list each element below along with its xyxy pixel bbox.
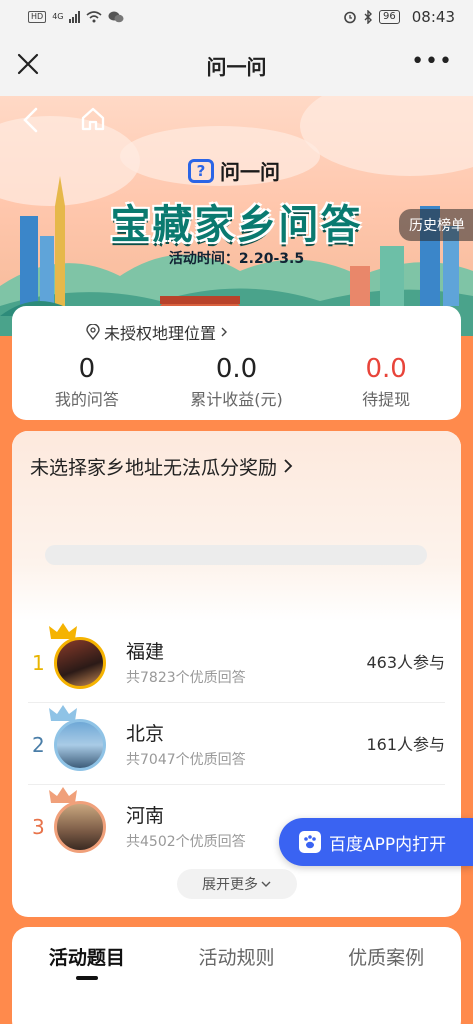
- tab-activity-questions[interactable]: 活动题目: [12, 943, 162, 980]
- ranking-heading: 未选择家乡地址无法瓜分奖励: [30, 457, 278, 479]
- rank-number: 3: [32, 815, 45, 839]
- clock: 08:43: [411, 8, 455, 26]
- stat-label: 待提现: [362, 390, 411, 409]
- tab-bar: 活动题目 活动规则 优质案例: [12, 943, 461, 980]
- rank-number: 2: [32, 733, 45, 757]
- expand-more-label: 展开更多: [202, 877, 258, 893]
- expand-more-button[interactable]: 展开更多: [177, 869, 297, 899]
- select-hometown-link[interactable]: 未选择家乡地址无法瓜分奖励: [30, 453, 293, 480]
- participant-count: 463人参与: [366, 653, 445, 672]
- title-bar: 问一问 •••: [0, 34, 473, 96]
- back-icon[interactable]: [20, 106, 42, 134]
- chevron-right-icon: [221, 327, 227, 337]
- chevron-down-icon: [261, 881, 271, 887]
- cloud-decoration: [300, 96, 473, 176]
- crown-icon: [49, 705, 77, 721]
- stat-value: 0: [78, 354, 96, 384]
- province-name: 北京: [126, 723, 165, 745]
- bluetooth-icon: [364, 10, 373, 24]
- stat-value: 0.0: [215, 354, 258, 384]
- brand-logo: ? 问一问: [188, 156, 280, 185]
- stat-total-earnings[interactable]: 0.0 累计收益(元): [162, 354, 312, 410]
- crown-icon: [49, 787, 77, 803]
- crown-icon: [49, 623, 77, 639]
- stat-label: 累计收益(元): [190, 390, 283, 409]
- answer-count: 共7047个优质回答: [126, 752, 246, 768]
- province-name: 河南: [126, 805, 165, 827]
- tab-activity-rules[interactable]: 活动规则: [162, 943, 312, 970]
- baidu-paw-icon: [299, 831, 321, 853]
- more-options-icon[interactable]: •••: [411, 51, 453, 73]
- rank-number: 1: [32, 651, 45, 675]
- stat-value: 0.0: [365, 354, 407, 384]
- activity-time: 活动时间：2.20-3.5: [168, 251, 305, 267]
- page-title: 问一问: [206, 54, 267, 79]
- province-name: 福建: [126, 641, 165, 663]
- open-in-baidu-app-button[interactable]: 百度APP内打开: [279, 818, 473, 866]
- home-icon[interactable]: [80, 106, 106, 132]
- alarm-icon: [344, 11, 356, 24]
- list-item[interactable]: 2 北京 共7047个优质回答 161人参与: [28, 703, 445, 785]
- province-avatar: [54, 719, 106, 771]
- answer-count: 共7823个优质回答: [126, 670, 246, 686]
- wifi-icon: [86, 11, 103, 23]
- tab-featured-cases[interactable]: 优质案例: [311, 943, 461, 970]
- brand-name: 问一问: [220, 160, 280, 184]
- location-label: 未授权地理位置: [103, 324, 216, 343]
- battery-icon: 96: [379, 10, 400, 24]
- tabs-card: 活动题目 活动规则 优质案例: [12, 927, 461, 1024]
- stat-my-qa[interactable]: 0 我的问答: [12, 354, 162, 410]
- history-ranking-button[interactable]: 历史榜单: [399, 209, 473, 241]
- list-item[interactable]: 1 福建 共7823个优质回答 463人参与: [28, 621, 445, 703]
- province-avatar: [54, 637, 106, 689]
- loading-placeholder-bar: [45, 545, 427, 565]
- stats-row: 0 我的问答 0.0 累计收益(元) 0.0 待提现: [12, 354, 461, 410]
- hd-badge: HD: [28, 11, 47, 23]
- close-icon[interactable]: [14, 50, 42, 78]
- stats-card: 未授权地理位置 0 我的问答 0.0 累计收益(元) 0.0 待提现: [12, 306, 461, 420]
- answer-count: 共4502个优质回答: [126, 834, 246, 850]
- signal-icon: [69, 11, 81, 23]
- chevron-right-icon: [284, 459, 293, 473]
- hero-banner: ? 问一问 宝藏家乡问答 活动时间：2.20-3.5 历史榜单: [0, 96, 473, 336]
- stat-pending-withdraw[interactable]: 0.0 待提现: [311, 354, 461, 410]
- location-permission-link[interactable]: 未授权地理位置: [12, 320, 302, 344]
- status-bar: HD 4G 96 08:43: [0, 0, 473, 34]
- participant-count: 161人参与: [366, 735, 445, 754]
- province-avatar: [54, 801, 106, 853]
- open-app-label: 百度APP内打开: [329, 834, 447, 855]
- network-type: 4G: [52, 12, 64, 21]
- wenyiwen-logo-icon: ?: [188, 158, 214, 183]
- location-pin-icon: [86, 324, 100, 340]
- wechat-icon: [108, 11, 124, 23]
- stat-label: 我的问答: [54, 390, 119, 409]
